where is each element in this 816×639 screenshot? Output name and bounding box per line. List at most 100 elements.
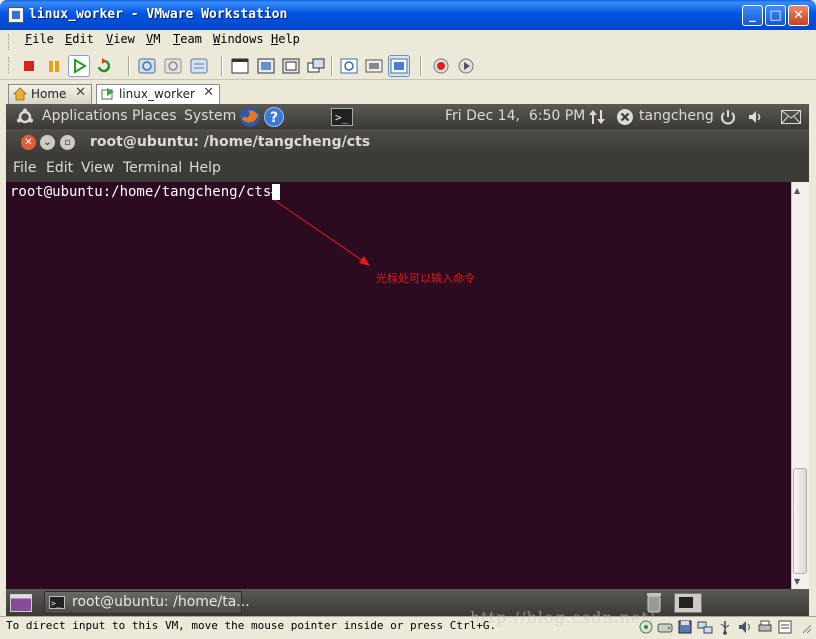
toolbar-grip[interactable] [8, 57, 11, 73]
panel-user-name[interactable]: tangcheng [639, 108, 714, 124]
menu-file[interactable]: File [25, 32, 54, 46]
console-view-button[interactable] [363, 55, 385, 77]
full-screen-button[interactable] [255, 55, 277, 77]
replay-button[interactable] [455, 55, 477, 77]
terminal-body[interactable] [6, 182, 791, 589]
network-adapter-icon[interactable] [638, 619, 654, 635]
window-title: linux_worker - VMware Workstation [29, 7, 288, 22]
close-tab-icon[interactable]: ✕ [75, 85, 86, 100]
show-desktop-icon[interactable] [10, 594, 32, 612]
power-on-button[interactable] [68, 55, 90, 77]
power-off-button[interactable] [18, 55, 40, 77]
terminal-close-button[interactable]: ✕ [21, 135, 36, 150]
snapshot-manager-icon [190, 58, 208, 74]
scroll-down-icon[interactable]: ▼ [794, 577, 800, 586]
reset-button[interactable] [93, 55, 115, 77]
workspace-switcher-icon[interactable] [674, 593, 702, 613]
terminal-menu-terminal[interactable]: Terminal [123, 160, 182, 176]
summary-view-button[interactable] [338, 55, 360, 77]
scroll-up-icon[interactable]: ▲ [794, 186, 800, 195]
menu-windows[interactable]: Windows [213, 32, 264, 46]
home-icon [13, 87, 27, 101]
terminal-menu-view[interactable]: View [81, 160, 114, 176]
hard-disk-icon[interactable] [657, 619, 673, 635]
panel-clock[interactable]: Fri Dec 14, 6:50 PM [445, 108, 585, 124]
svg-text:>_: >_ [335, 111, 349, 124]
maximize-icon: □ [769, 8, 782, 23]
thumbnail-view-button[interactable] [388, 55, 410, 77]
tab-home[interactable]: Home ✕ [8, 84, 92, 104]
status-message: To direct input to this VM, move the mou… [6, 619, 497, 632]
network-icon[interactable] [588, 108, 606, 126]
maximize-button[interactable]: □ [765, 5, 786, 26]
terminal-menu-edit[interactable]: Edit [46, 160, 73, 176]
menu-edit[interactable]: Edit [65, 32, 94, 46]
ubuntu-logo-icon[interactable] [16, 108, 34, 126]
panel-menu-places[interactable]: Places [132, 108, 177, 124]
annotation-text: 光标处可以输入命令 [376, 272, 475, 285]
volume-icon[interactable] [747, 108, 765, 126]
snapshot-button[interactable] [136, 55, 158, 77]
summary-view-icon [340, 58, 358, 74]
menu-team[interactable]: Team [173, 32, 202, 46]
revert-snapshot-icon [164, 58, 182, 74]
scrollbar-thumb[interactable] [793, 468, 807, 574]
text-cursor[interactable] [272, 184, 280, 200]
quick-switch-button[interactable] [280, 55, 302, 77]
tab-linux-worker[interactable]: linux_worker ✕ [96, 84, 220, 104]
terminal-window-title: root@ubuntu: /home/tangcheng/cts [90, 134, 371, 150]
vmware-app-icon[interactable] [8, 7, 24, 23]
firefox-icon[interactable] [238, 105, 262, 129]
power-off-icon [24, 61, 34, 71]
terminal-minimize-button[interactable]: ⌄ [40, 135, 55, 150]
unity-button[interactable] [305, 55, 327, 77]
tab-linux-worker-label: linux_worker [119, 87, 195, 101]
suspend-button[interactable] [43, 55, 65, 77]
tab-home-label: Home [31, 87, 67, 101]
maximize-icon: ▫ [64, 137, 71, 148]
network-icon[interactable] [697, 619, 713, 635]
sound-icon[interactable] [737, 619, 753, 635]
terminal-menu-help[interactable]: Help [189, 160, 221, 176]
toolbar-separator [221, 56, 223, 76]
revert-snapshot-button[interactable] [162, 55, 184, 77]
snapshot-manager-button[interactable] [188, 55, 210, 77]
svg-text:?: ? [270, 110, 278, 126]
suspend-icon [49, 61, 59, 72]
panel-menu-applications[interactable]: Applications [42, 108, 128, 124]
console-view-icon [365, 59, 383, 73]
terminal-launcher-icon[interactable]: >_ [331, 108, 353, 126]
terminal-maximize-button[interactable]: ▫ [60, 135, 75, 150]
quick-switch-icon [282, 58, 300, 74]
record-button[interactable] [430, 55, 452, 77]
message-log-icon[interactable] [777, 619, 793, 635]
usb-icon[interactable] [717, 619, 733, 635]
terminal-menu-file[interactable]: File [13, 160, 36, 176]
printer-icon[interactable] [757, 619, 773, 635]
svg-text:>_: >_ [51, 599, 61, 608]
toolbar-separator [128, 56, 130, 76]
full-screen-icon [257, 58, 275, 74]
mail-icon[interactable] [781, 110, 801, 124]
floppy-icon[interactable] [677, 619, 693, 635]
thumbnail-view-icon [390, 58, 408, 74]
menu-vm[interactable]: VM [146, 32, 160, 46]
menu-view[interactable]: View [106, 32, 135, 46]
minimize-button[interactable]: _ [742, 5, 763, 26]
help-icon[interactable]: ? [263, 106, 285, 128]
user-status-icon[interactable] [616, 108, 634, 126]
toolbar-separator [420, 56, 422, 76]
shell-prompt: root@ubuntu:/home/tangcheng/cts# [10, 184, 289, 200]
terminal-icon: >_ [49, 596, 65, 609]
resize-grip-icon[interactable] [797, 619, 813, 635]
reset-icon [97, 58, 111, 73]
close-icon: ✕ [24, 137, 33, 148]
close-button[interactable]: ✕ [788, 5, 809, 26]
power-icon[interactable] [719, 108, 737, 126]
normal-view-button[interactable] [229, 55, 251, 77]
close-tab-icon[interactable]: ✕ [203, 85, 214, 100]
panel-menu-system[interactable]: System [184, 108, 236, 124]
menubar-grip[interactable] [8, 34, 11, 50]
snapshot-icon [138, 58, 156, 74]
menu-help[interactable]: Help [271, 32, 300, 46]
